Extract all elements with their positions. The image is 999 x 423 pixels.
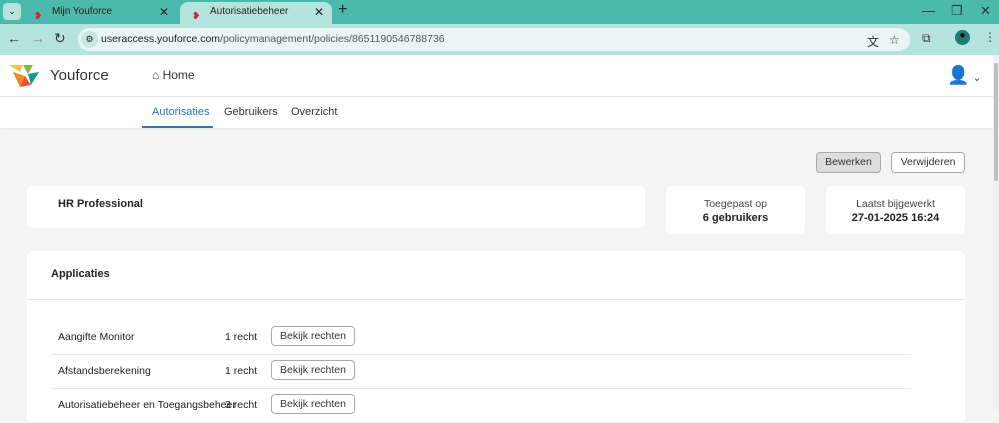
- back-icon[interactable]: ←: [7, 30, 21, 46]
- chevron-down-icon: ⌄: [8, 6, 16, 16]
- site-info-icon[interactable]: ⚙: [81, 31, 98, 48]
- application-name: Autorisatiebeheer en Toegangsbeheer: [58, 399, 236, 411]
- home-icon: ⌂: [152, 68, 163, 82]
- delete-button[interactable]: Verwijderen: [891, 152, 965, 173]
- tab-search-button[interactable]: ⌄: [3, 3, 21, 20]
- applied-value: 6 gebruikers: [702, 212, 769, 224]
- policy-name: HR Professional: [58, 198, 143, 210]
- applications-card: Applicaties Aangifte Monitor 1 recht Bek…: [27, 251, 965, 421]
- updated-value: 27-01-2025 16:24: [851, 212, 940, 224]
- edit-button[interactable]: Bewerken: [816, 152, 881, 173]
- browser-tab-bar: ⌄ ❥ Mijn Youforce ✕ ❥ Autorisatiebeheer …: [0, 0, 999, 24]
- profile-icon[interactable]: ●: [955, 30, 970, 45]
- user-menu[interactable]: 👤 ⌄: [947, 65, 982, 86]
- view-rights-button[interactable]: Bekijk rechten: [271, 394, 355, 414]
- extensions-icon[interactable]: ⧉: [922, 31, 931, 46]
- scrollbar-thumb[interactable]: [994, 63, 998, 181]
- active-tab-indicator: [142, 126, 213, 128]
- tab-gebruikers[interactable]: Gebruikers: [224, 106, 278, 118]
- home-link[interactable]: ⌂ Home: [152, 68, 195, 82]
- reload-icon[interactable]: ↻: [54, 30, 66, 47]
- application-name: Aangifte Monitor: [58, 331, 135, 343]
- close-window-icon[interactable]: ✕: [980, 3, 991, 19]
- updated-card: Laatst bijgewerkt 27-01-2025 16:24: [826, 186, 965, 234]
- policy-name-card: HR Professional: [27, 186, 645, 228]
- view-rights-button[interactable]: Bekijk rechten: [271, 360, 355, 380]
- tab-title: Mijn Youforce: [52, 6, 113, 17]
- restore-icon[interactable]: ❐: [951, 3, 963, 19]
- applied-card: Toegepast op 6 gebruikers: [666, 186, 805, 234]
- app: Youforce ⌂ Home 👤 ⌄ Autorisaties Gebruik…: [0, 55, 993, 421]
- applied-label: Toegepast op: [703, 198, 768, 210]
- brand-name: Youforce: [50, 67, 109, 84]
- tab-overzicht[interactable]: Overzicht: [291, 106, 337, 118]
- new-tab-icon[interactable]: +: [338, 1, 347, 19]
- application-row: Aangifte Monitor 1 recht Bekijk rechten: [51, 321, 911, 355]
- translate-icon[interactable]: 文: [867, 33, 879, 50]
- app-header: Youforce ⌂ Home 👤 ⌄: [0, 55, 993, 97]
- browser-tab-autorisatiebeheer[interactable]: ❥ Autorisatiebeheer ✕: [180, 2, 332, 24]
- close-tab-icon[interactable]: ✕: [159, 2, 169, 22]
- close-tab-icon[interactable]: ✕: [314, 2, 324, 22]
- home-label: Home: [162, 68, 195, 82]
- rights-count: 3 recht: [225, 399, 258, 411]
- forward-icon[interactable]: →: [31, 30, 45, 46]
- rights-count: 1 recht: [225, 331, 258, 343]
- divider: [27, 299, 965, 300]
- updated-label: Laatst bijgewerkt: [856, 198, 935, 210]
- menu-icon[interactable]: ⋮: [984, 30, 996, 44]
- user-icon: 👤: [947, 65, 970, 85]
- browser-tab-mijn-youforce[interactable]: ❥ Mijn Youforce ✕: [22, 2, 177, 24]
- url-text: useraccess.youforce.com/policymanagement…: [101, 33, 445, 45]
- tab-title: Autorisatiebeheer: [210, 6, 289, 17]
- application-row: Autorisatiebeheer en Toegangsbeheer 3 re…: [51, 389, 911, 423]
- application-name: Afstandsberekening: [58, 365, 151, 377]
- minimize-icon[interactable]: —: [922, 3, 935, 18]
- bookmark-star-icon[interactable]: ☆: [889, 33, 900, 47]
- chevron-down-icon: ⌄: [969, 72, 982, 84]
- rights-count: 1 recht: [225, 365, 258, 377]
- application-row: Afstandsberekening 1 recht Bekijk rechte…: [51, 355, 911, 389]
- browser-toolbar: ← → ↻ ⚙ useraccess.youforce.com/policyma…: [0, 24, 999, 55]
- tab-autorisaties[interactable]: Autorisaties: [152, 106, 209, 118]
- page-scrollbar[interactable]: [993, 55, 999, 411]
- youforce-logo: [9, 65, 39, 87]
- address-bar[interactable]: ⚙ useraccess.youforce.com/policymanageme…: [78, 28, 910, 51]
- applications-title: Applicaties: [51, 268, 110, 280]
- sub-navigation: Autorisaties Gebruikers Overzicht: [0, 97, 993, 128]
- view-rights-button[interactable]: Bekijk rechten: [271, 326, 355, 346]
